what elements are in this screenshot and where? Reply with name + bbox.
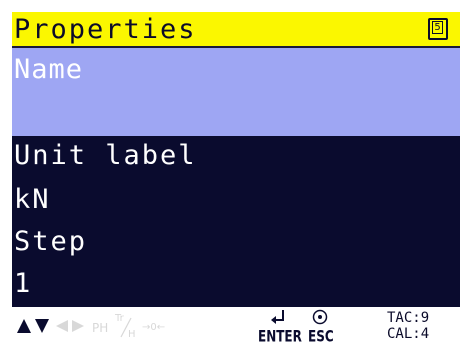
status-readout: TAC:9 CAL:4 xyxy=(387,310,429,342)
arrow-down-icon[interactable] xyxy=(34,318,50,334)
name-label: Name xyxy=(14,54,84,85)
enter-label[interactable]: ENTER xyxy=(258,327,302,345)
step-caption: Step xyxy=(14,226,88,257)
softkey-bar: PH Tr H →0← ENTER ESC TAC:9 CAL:4 xyxy=(12,307,460,347)
unit-label-value[interactable]: kN xyxy=(14,184,51,216)
page-title: Properties xyxy=(14,14,197,45)
title-bar: Properties 5 xyxy=(12,12,460,48)
step-value[interactable]: 1 xyxy=(14,268,32,300)
cal-counter: CAL:4 xyxy=(387,326,430,342)
arrow-right-icon xyxy=(72,320,84,332)
peak-hold-icon: PH xyxy=(92,321,109,335)
esc-icon[interactable] xyxy=(312,309,328,325)
zero-icon: →0← xyxy=(142,322,166,333)
track-label-bottom: H xyxy=(128,329,136,340)
page-number: 5 xyxy=(432,21,443,34)
arrow-left-icon xyxy=(56,320,68,332)
properties-screen: Properties 5 Name Unit label kN Step 1 P… xyxy=(0,0,460,347)
name-field-selected[interactable]: Name xyxy=(12,48,460,136)
page-indicator-icon: 5 xyxy=(428,18,448,40)
esc-label[interactable]: ESC xyxy=(308,327,334,345)
arrow-up-icon[interactable] xyxy=(16,318,32,334)
properties-list: Unit label kN Step 1 xyxy=(12,136,460,307)
tac-counter: TAC:9 xyxy=(387,310,430,326)
unit-label-caption: Unit label xyxy=(14,140,197,171)
enter-icon[interactable] xyxy=(270,309,290,327)
